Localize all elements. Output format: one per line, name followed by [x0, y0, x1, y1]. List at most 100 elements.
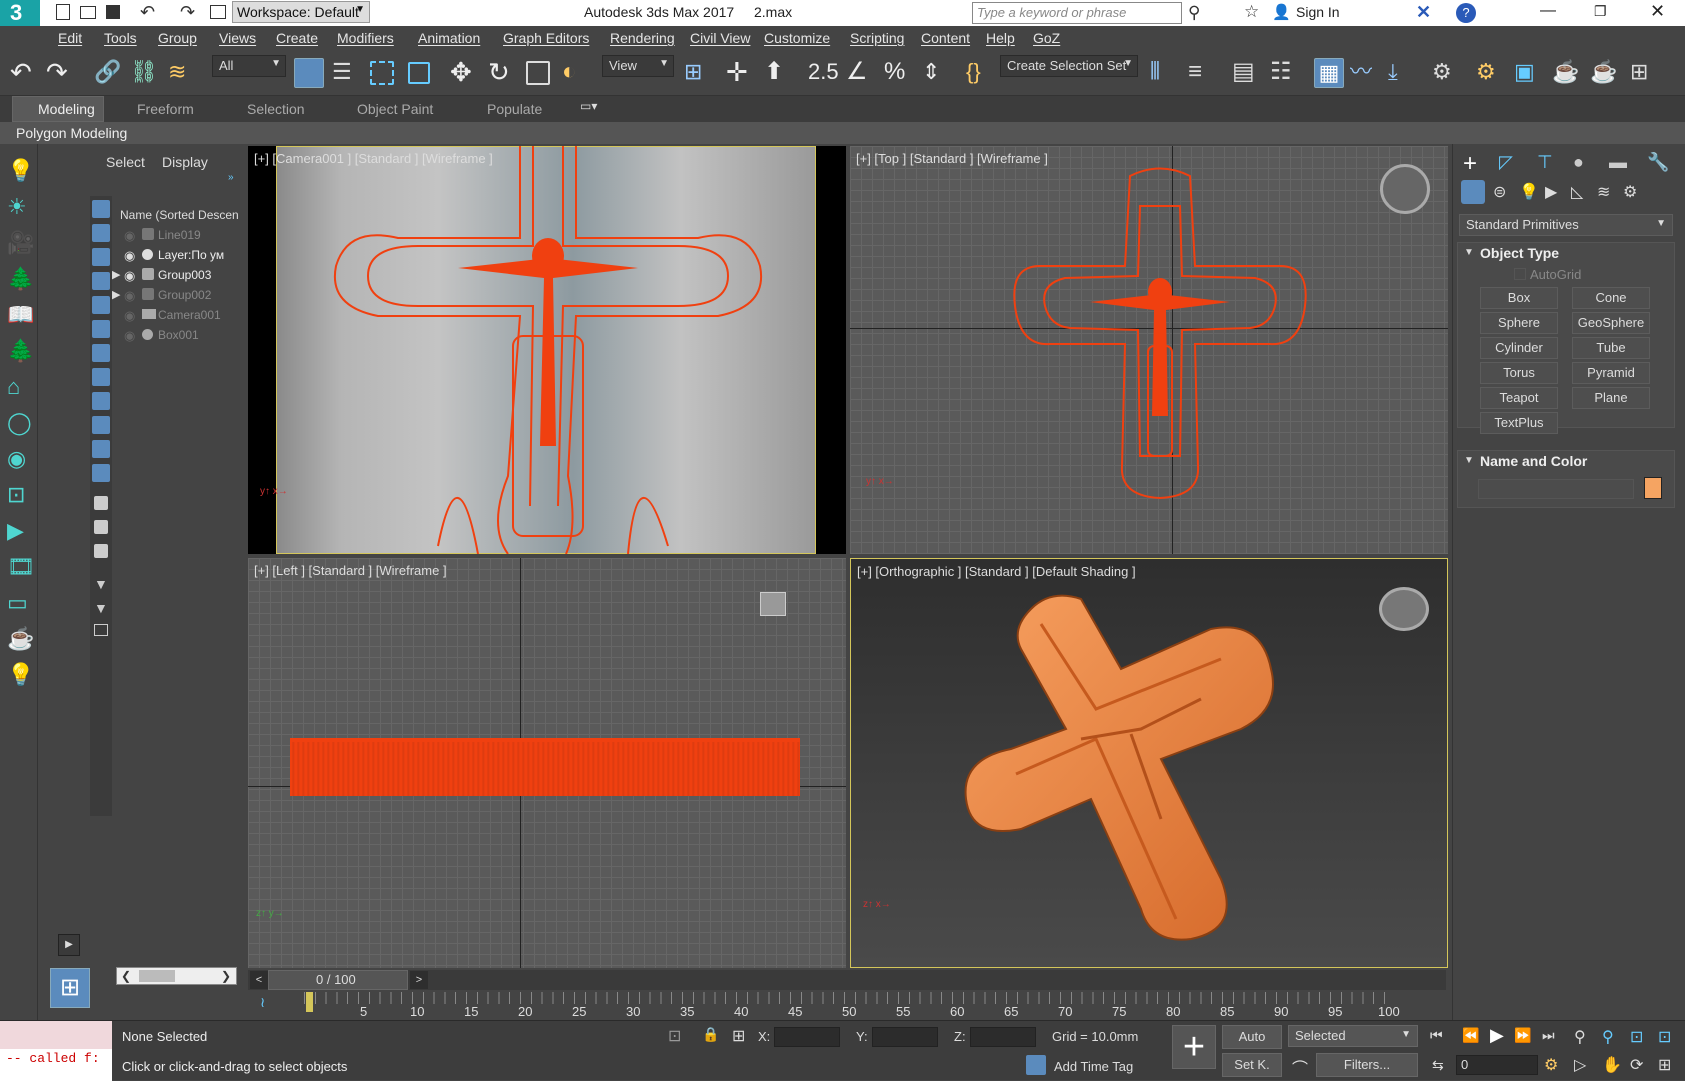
- modify-tab-icon[interactable]: ◸: [1499, 152, 1513, 173]
- rollout-title[interactable]: Name and Color: [1480, 453, 1587, 469]
- angle-snap-icon[interactable]: ∠: [846, 58, 876, 88]
- display-references-icon[interactable]: [94, 544, 108, 558]
- new-icon[interactable]: [56, 4, 70, 20]
- lights-icon[interactable]: 💡: [7, 158, 34, 183]
- move-icon[interactable]: ✥: [450, 58, 480, 88]
- scene-row-layer[interactable]: ◉ Layer:По ум: [112, 246, 246, 266]
- field-of-view-icon[interactable]: ▷: [1574, 1055, 1586, 1075]
- tab-object-paint[interactable]: Object Paint: [357, 101, 433, 117]
- tube-button[interactable]: Tube: [1572, 337, 1650, 359]
- next-key-icon[interactable]: ⏩: [1514, 1027, 1531, 1044]
- viewport-camera[interactable]: [+] [Camera001 ] [Standard ] [Wireframe …: [248, 146, 846, 554]
- next-frame-arrow[interactable]: >: [410, 971, 428, 989]
- filter-bones-icon[interactable]: [92, 392, 110, 410]
- tab-populate[interactable]: Populate: [487, 101, 542, 117]
- rollout-collapse-icon[interactable]: ▼: [1464, 455, 1474, 466]
- key-filter-dropdown[interactable]: Selected ▼: [1288, 1025, 1418, 1047]
- scene-row-camera001[interactable]: ◉ Camera001: [112, 306, 246, 326]
- spinner-snap-icon[interactable]: ⇕: [922, 58, 952, 88]
- pivot-center-icon[interactable]: ⊞: [684, 58, 714, 88]
- play-icon[interactable]: ▶: [1490, 1025, 1504, 1046]
- rotate-icon[interactable]: ↻: [488, 58, 518, 88]
- restore-button[interactable]: ❐: [1594, 3, 1607, 20]
- help-icon[interactable]: ?: [1456, 3, 1476, 23]
- expand-icon[interactable]: »: [228, 172, 234, 183]
- redo-icon[interactable]: ↷: [46, 58, 76, 88]
- x-coordinate-field[interactable]: [774, 1027, 840, 1047]
- close-button[interactable]: ✕: [1650, 1, 1665, 22]
- selection-set-dropdown[interactable]: Create Selection Set ▼: [1000, 55, 1138, 77]
- torus-icon[interactable]: ◯: [7, 410, 32, 435]
- keyboard-shortcut-icon[interactable]: ⬆: [764, 58, 794, 88]
- snap-icon[interactable]: ⊡: [7, 482, 31, 507]
- eye-off-icon[interactable]: ◉: [124, 308, 135, 324]
- prev-frame-arrow[interactable]: <: [250, 971, 268, 989]
- tab-selection[interactable]: Selection: [247, 101, 305, 117]
- time-config-icon[interactable]: ⚙: [1544, 1055, 1558, 1075]
- go-to-start-icon[interactable]: ⏮: [1430, 1027, 1443, 1044]
- align-icon[interactable]: ≡: [1188, 58, 1218, 88]
- expand-arrow-icon[interactable]: ▶: [112, 268, 120, 281]
- zoom-extents-all-icon[interactable]: ⊡: [1658, 1027, 1671, 1047]
- menu-help[interactable]: Help: [986, 30, 1015, 46]
- expand-arrow-icon[interactable]: ▶: [112, 288, 120, 301]
- display-all-icon[interactable]: [94, 520, 108, 534]
- scene-explorer-icon[interactable]: ▦: [1314, 58, 1344, 88]
- scene-horizontal-scrollbar[interactable]: ❮ ❯: [116, 967, 237, 985]
- placement-icon[interactable]: ◐: [562, 58, 592, 88]
- viewcube-icon[interactable]: [760, 592, 786, 616]
- filter-containers-icon[interactable]: [92, 416, 110, 434]
- filter-icon[interactable]: ▼: [94, 600, 108, 616]
- menu-group[interactable]: Group: [158, 30, 197, 46]
- menu-goz[interactable]: GoZ: [1033, 30, 1060, 46]
- exchange-icon[interactable]: ✕: [1416, 2, 1431, 23]
- expand-panel-icon[interactable]: ▶: [58, 934, 80, 956]
- filter-spacewarps-icon[interactable]: [92, 320, 110, 338]
- filter-hidden-icon[interactable]: [92, 464, 110, 482]
- window-crossing-icon[interactable]: [408, 62, 430, 84]
- geosphere-button[interactable]: GeoSphere: [1572, 312, 1650, 334]
- y-coordinate-field[interactable]: [872, 1027, 938, 1047]
- set-key-big-icon[interactable]: +: [1172, 1025, 1216, 1069]
- viewport-label[interactable]: [+] [Orthographic ] [Standard ] [Default…: [857, 564, 1136, 579]
- viewcube-icon[interactable]: [1380, 164, 1430, 214]
- utilities-tab-icon[interactable]: 🔧: [1647, 152, 1669, 173]
- save-icon[interactable]: [106, 5, 120, 19]
- textplus-button[interactable]: TextPlus: [1480, 412, 1558, 434]
- bind-spacewarp-icon[interactable]: ≋: [168, 58, 198, 88]
- filter-funnel-icon[interactable]: ▼: [94, 576, 108, 592]
- eye-off-icon[interactable]: ◉: [124, 328, 135, 344]
- filter-groups-icon[interactable]: [92, 344, 110, 362]
- primitive-type-dropdown[interactable]: Standard Primitives ▼: [1459, 214, 1673, 236]
- pyramid-button[interactable]: Pyramid: [1572, 362, 1650, 384]
- viewport-label[interactable]: [+] [Camera001 ] [Standard ] [Wireframe …: [254, 151, 493, 166]
- eye-off-icon[interactable]: ◉: [124, 228, 135, 244]
- scroll-right-icon[interactable]: ❯: [221, 969, 231, 983]
- binoculars-icon[interactable]: ⚲: [1188, 3, 1200, 23]
- viewport-label[interactable]: [+] [Top ] [Standard ] [Wireframe ]: [856, 151, 1048, 166]
- render-icon[interactable]: ☕: [7, 626, 34, 651]
- sphere-button[interactable]: Sphere: [1480, 312, 1558, 334]
- film-icon[interactable]: ▶: [7, 518, 31, 543]
- bulb-icon[interactable]: 💡: [7, 662, 34, 687]
- ribbon-subbar-label[interactable]: Polygon Modeling: [16, 125, 127, 141]
- key-mode-icon[interactable]: ⌒: [1292, 1055, 1308, 1079]
- pan-icon[interactable]: ✋: [1602, 1055, 1622, 1075]
- cameras-icon[interactable]: ▶: [1545, 182, 1557, 202]
- filters-button[interactable]: Filters...: [1316, 1053, 1418, 1077]
- viewport-label[interactable]: [+] [Left ] [Standard ] [Wireframe ]: [254, 563, 447, 578]
- teapot-icon[interactable]: ◉: [7, 446, 31, 471]
- workspace-dropdown[interactable]: Workspace: Default ▼: [232, 1, 370, 23]
- layer-icon[interactable]: [94, 624, 108, 636]
- percent-snap-icon[interactable]: %: [884, 58, 914, 88]
- render-iterative-icon[interactable]: ☕: [1590, 58, 1620, 88]
- undo-icon[interactable]: ↶: [140, 2, 155, 23]
- rollout-collapse-icon[interactable]: ▼: [1464, 247, 1474, 258]
- project-icon[interactable]: [210, 5, 226, 19]
- hierarchy-tab-icon[interactable]: ⊤: [1537, 152, 1553, 173]
- viewport-layout-icon[interactable]: ⊞: [1630, 58, 1660, 88]
- menu-edit[interactable]: Edit: [58, 30, 82, 46]
- sign-in-link[interactable]: Sign In: [1296, 4, 1340, 20]
- eye-off-icon[interactable]: ◉: [124, 288, 135, 304]
- select-by-name-icon[interactable]: ☰: [332, 58, 362, 88]
